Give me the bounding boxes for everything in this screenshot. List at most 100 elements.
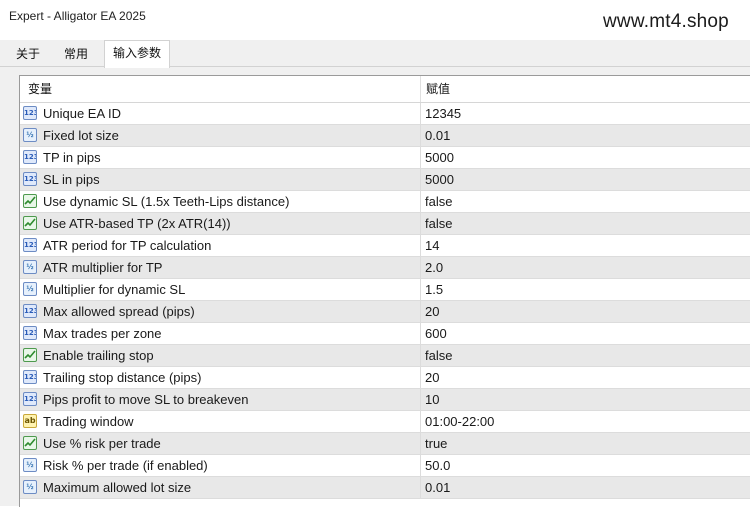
parameter-value[interactable]: false	[425, 191, 452, 212]
parameter-value[interactable]: 50.0	[425, 455, 450, 476]
cell-divider	[420, 257, 421, 278]
cell-divider	[420, 455, 421, 476]
parameter-value[interactable]: true	[425, 433, 447, 454]
double-type-icon: ½	[23, 260, 37, 274]
bool-type-icon	[23, 216, 37, 230]
double-type-icon: ½	[23, 458, 37, 472]
table-row[interactable]: ½ Fixed lot size 0.01	[20, 125, 750, 147]
parameter-value[interactable]: 5000	[425, 147, 454, 168]
watermark-text: www.mt4.shop	[603, 11, 729, 32]
table-row[interactable]: 123 Max allowed spread (pips) 20	[20, 301, 750, 323]
int-type-icon: 123	[23, 326, 37, 340]
parameters-table: 变量 赋值 123 Unique EA ID 12345 ½ Fixed lot siz…	[19, 75, 750, 507]
parameter-value[interactable]: 2.0	[425, 257, 443, 278]
table-row[interactable]: ab Trading window 01:00-22:00	[20, 411, 750, 433]
parameter-value[interactable]: 01:00-22:00	[425, 411, 494, 432]
cell-divider	[420, 367, 421, 388]
double-type-icon: ½	[23, 282, 37, 296]
parameter-name: Max allowed spread (pips)	[43, 304, 195, 319]
table-row[interactable]: 123 SL in pips 5000	[20, 169, 750, 191]
parameter-value[interactable]: 0.01	[425, 125, 450, 146]
parameter-name: Pips profit to move SL to breakeven	[43, 392, 249, 407]
parameter-name: ATR period for TP calculation	[43, 238, 212, 253]
header-variable[interactable]: 变量	[28, 76, 52, 102]
column-divider[interactable]	[420, 76, 421, 102]
parameter-value[interactable]: 5000	[425, 169, 454, 190]
parameter-value[interactable]: 12345	[425, 103, 461, 124]
cell-divider	[420, 301, 421, 322]
cell-divider	[420, 147, 421, 168]
bool-type-icon	[23, 348, 37, 362]
cell-divider	[420, 345, 421, 366]
parameter-name: Trailing stop distance (pips)	[43, 370, 202, 385]
table-row[interactable]: Enable trailing stop false	[20, 345, 750, 367]
int-type-icon: 123	[23, 172, 37, 186]
parameter-value[interactable]: 14	[425, 235, 439, 256]
parameter-name: Enable trailing stop	[43, 348, 154, 363]
table-row[interactable]: Use % risk per trade true	[20, 433, 750, 455]
table-row[interactable]: 123 Trailing stop distance (pips) 20	[20, 367, 750, 389]
parameter-value[interactable]: 0.01	[425, 477, 450, 498]
parameter-name: Use ATR-based TP (2x ATR(14))	[43, 216, 231, 231]
tab-about[interactable]: 关于	[8, 43, 48, 66]
parameter-value[interactable]: false	[425, 345, 452, 366]
table-row[interactable]: Use dynamic SL (1.5x Teeth-Lips distance…	[20, 191, 750, 213]
parameter-name: Unique EA ID	[43, 106, 122, 121]
table-row[interactable]: 123 Max trades per zone 600	[20, 323, 750, 345]
parameter-value[interactable]: 20	[425, 301, 439, 322]
table-row[interactable]: 123 Unique EA ID 12345	[20, 103, 750, 125]
window-title: Expert - Alligator EA 2025	[9, 9, 146, 23]
parameter-name: Trading window	[43, 414, 134, 429]
double-type-icon: ½	[23, 128, 37, 142]
bool-type-icon	[23, 436, 37, 450]
table-row[interactable]: ½ Multiplier for dynamic SL 1.5	[20, 279, 750, 301]
table-header: 变量 赋值	[20, 76, 750, 103]
int-type-icon: 123	[23, 238, 37, 252]
table-body: 123Unique EA ID12345½Fixed lot size0.011…	[20, 103, 750, 499]
parameter-name: Risk % per trade (if enabled)	[43, 458, 208, 473]
parameter-name: Multiplier for dynamic SL	[43, 282, 186, 297]
table-row[interactable]: ½ ATR multiplier for TP 2.0	[20, 257, 750, 279]
parameter-name: Maximum allowed lot size	[43, 480, 192, 495]
table-row[interactable]: 123 Pips profit to move SL to breakeven 10	[20, 389, 750, 411]
cell-divider	[420, 433, 421, 454]
title-bar: Expert - Alligator EA 2025 www.mt4.shop	[0, 0, 750, 40]
tab-common[interactable]: 常用	[56, 43, 96, 66]
table-row[interactable]: ½ Maximum allowed lot size 0.01	[20, 477, 750, 499]
parameter-name: Max trades per zone	[43, 326, 162, 341]
double-type-icon: ½	[23, 480, 37, 494]
tab-inputs[interactable]: 输入参数	[104, 40, 171, 68]
parameter-name: Fixed lot size	[43, 128, 119, 143]
parameter-value[interactable]: 1.5	[425, 279, 443, 300]
int-type-icon: 123	[23, 150, 37, 164]
cell-divider	[420, 279, 421, 300]
table-row[interactable]: Use ATR-based TP (2x ATR(14)) false	[20, 213, 750, 235]
parameter-value[interactable]: 600	[425, 323, 447, 344]
cell-divider	[420, 235, 421, 256]
int-type-icon: 123	[23, 370, 37, 384]
cell-divider	[420, 411, 421, 432]
cell-divider	[420, 323, 421, 344]
string-type-icon: ab	[23, 414, 37, 428]
tab-bar: 关于 常用 输入参数	[0, 40, 750, 68]
parameter-name: Use dynamic SL (1.5x Teeth-Lips distance…	[43, 194, 290, 209]
int-type-icon: 123	[23, 392, 37, 406]
header-value[interactable]: 赋值	[426, 76, 450, 102]
cell-divider	[420, 213, 421, 234]
cell-divider	[420, 125, 421, 146]
parameter-value[interactable]: 20	[425, 367, 439, 388]
cell-divider	[420, 389, 421, 410]
inputs-panel: 变量 赋值 123 Unique EA ID 12345 ½ Fixed lot siz…	[0, 66, 750, 507]
cell-divider	[420, 169, 421, 190]
table-row[interactable]: 123 ATR period for TP calculation 14	[20, 235, 750, 257]
int-type-icon: 123	[23, 106, 37, 120]
table-row[interactable]: ½ Risk % per trade (if enabled) 50.0	[20, 455, 750, 477]
cell-divider	[420, 103, 421, 124]
parameter-name: SL in pips	[43, 172, 100, 187]
parameter-value[interactable]: 10	[425, 389, 439, 410]
parameter-value[interactable]: false	[425, 213, 452, 234]
table-row[interactable]: 123 TP in pips 5000	[20, 147, 750, 169]
cell-divider	[420, 477, 421, 498]
parameter-name: TP in pips	[43, 150, 101, 165]
cell-divider	[420, 191, 421, 212]
